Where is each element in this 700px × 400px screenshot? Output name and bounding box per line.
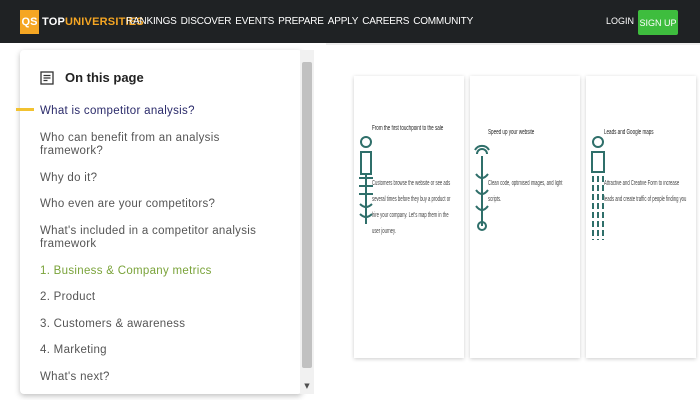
feature-card-speed: Speed up your website Clean code, optimi… xyxy=(470,76,580,358)
nav-item-events[interactable]: EVENTS xyxy=(235,16,274,27)
scroll-down-arrow-icon[interactable]: ▼ xyxy=(302,381,312,391)
nav-item-discover[interactable]: DISCOVER xyxy=(181,16,232,27)
toc-item-why-do-it[interactable]: Why do it? xyxy=(40,172,270,185)
toc-item-who-can-benefit[interactable]: Who can benefit from an analysis framewo… xyxy=(40,132,270,158)
top-navigation-bar: QS TOPUNIVERSITIES RANKINGS DISCOVER EVE… xyxy=(0,0,700,43)
card-title: Speed up your website xyxy=(488,129,535,136)
card-title: From the first touchpoint to the sale xyxy=(372,125,444,132)
feature-card-leads: Leads and Google maps Attractive and Cre… xyxy=(586,76,696,358)
table-of-contents: On this page What is competitor analysis… xyxy=(20,50,302,394)
toc-item-business-metrics[interactable]: 1. Business & Company metrics xyxy=(40,265,270,278)
current-section-arrow-icon xyxy=(16,108,34,111)
nav-item-apply[interactable]: APPLY xyxy=(328,16,359,27)
toc-item-marketing[interactable]: 4. Marketing xyxy=(40,344,270,357)
toc-header: On this page xyxy=(40,70,144,85)
main-nav: RANKINGS DISCOVER EVENTS PREPARE APPLY C… xyxy=(126,16,473,27)
content-divider xyxy=(326,43,700,45)
logo-badge: QS xyxy=(20,10,39,34)
toc-title: On this page xyxy=(65,70,144,85)
card-body: Attractive and Creative Form to increase… xyxy=(604,180,687,203)
signup-button[interactable]: SIGN UP xyxy=(638,10,678,35)
login-link[interactable]: LOGIN xyxy=(606,16,634,26)
nav-item-rankings[interactable]: RANKINGS xyxy=(126,16,177,27)
nav-item-community[interactable]: COMMUNITY xyxy=(413,16,473,27)
card-title: Leads and Google maps xyxy=(604,129,654,136)
toc-item-competitors[interactable]: Who even are your competitors? xyxy=(40,198,270,211)
card-body: Customers browse the website or see ads … xyxy=(372,180,451,235)
toc-item-product[interactable]: 2. Product xyxy=(40,291,270,304)
toc-scrollbar-thumb[interactable] xyxy=(302,62,312,368)
logo-text-top: TOP xyxy=(42,16,66,28)
nav-item-prepare[interactable]: PREPARE xyxy=(278,16,324,27)
feature-card-journey: From the first touchpoint to the sale Cu… xyxy=(354,76,464,358)
toc-item-whats-included[interactable]: What's included in a competitor analysis… xyxy=(40,225,270,251)
card-body: Clean code, optimised images, and light … xyxy=(488,180,563,203)
list-document-icon xyxy=(40,70,54,85)
toc-item-what-is[interactable]: What is competitor analysis? xyxy=(40,105,270,118)
toc-item-customers[interactable]: 3. Customers & awareness xyxy=(40,318,270,331)
nav-item-careers[interactable]: CAREERS xyxy=(362,16,409,27)
toc-item-whats-next[interactable]: What's next? xyxy=(40,371,270,384)
